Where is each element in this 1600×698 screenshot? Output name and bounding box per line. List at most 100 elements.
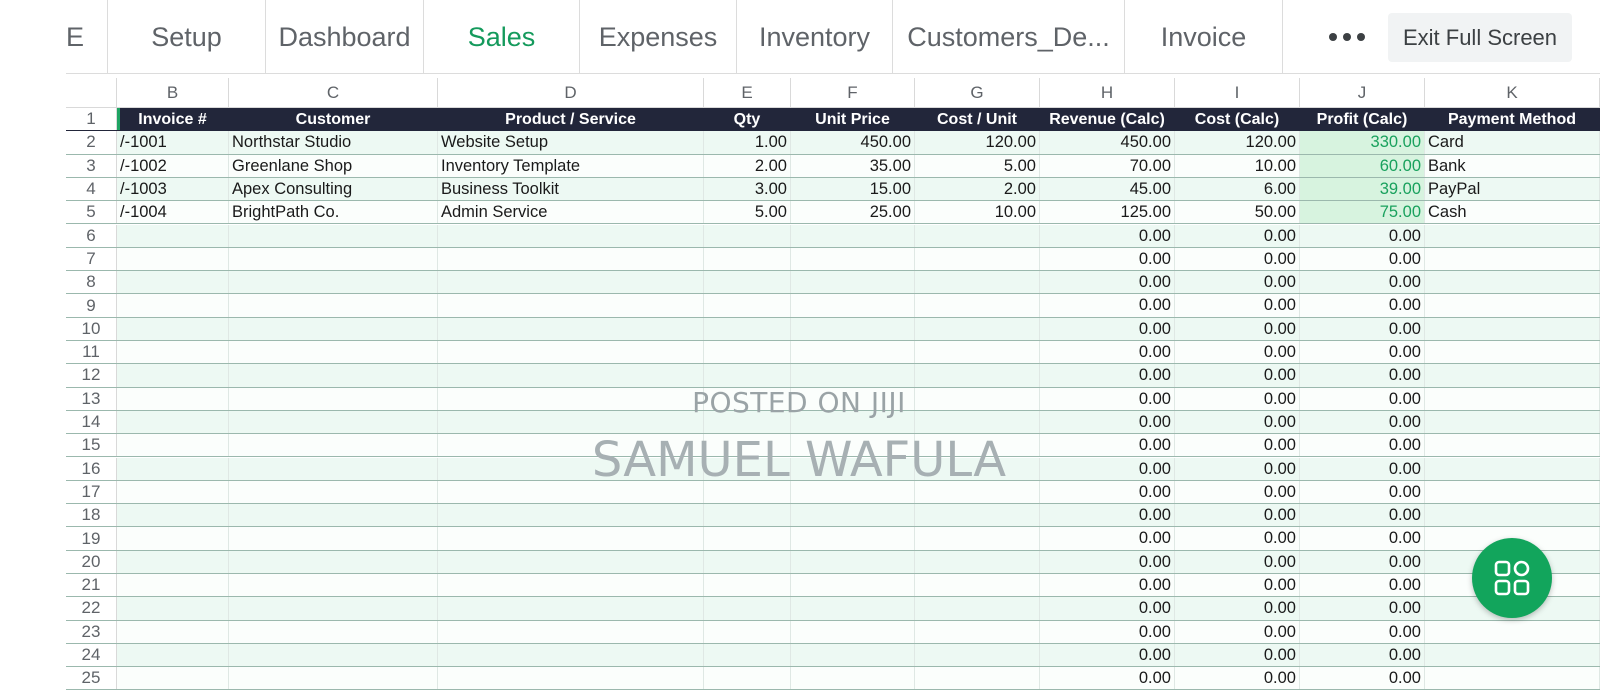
cell-e[interactable]: 5.00 (704, 201, 791, 224)
sheet-tab-dashboard[interactable]: Dashboard (266, 0, 424, 74)
cell-d[interactable] (438, 341, 704, 364)
column-header-k[interactable]: K (1425, 78, 1600, 108)
row-number[interactable]: 4 (66, 177, 117, 201)
cell-i[interactable]: 0.00 (1175, 317, 1300, 340)
sheet-tab-sales[interactable]: Sales (424, 0, 580, 74)
cell-k[interactable] (1425, 504, 1600, 527)
cell-i[interactable]: 0.00 (1175, 247, 1300, 271)
cell-j[interactable]: 0.00 (1300, 620, 1425, 643)
cell-b[interactable] (117, 364, 229, 387)
row-number[interactable]: 2 (66, 131, 117, 154)
row-number[interactable]: 18 (66, 504, 117, 527)
cell-k[interactable] (1425, 224, 1600, 247)
cell-j[interactable]: 60.00 (1300, 154, 1425, 177)
cell-f[interactable] (791, 574, 915, 597)
cell-j[interactable]: 0.00 (1300, 504, 1425, 527)
cell-b[interactable] (117, 271, 229, 294)
cell-f[interactable]: 25.00 (791, 201, 915, 224)
cell-d[interactable]: Website Setup (438, 131, 704, 154)
cell-b[interactable] (117, 620, 229, 643)
cell-h[interactable]: 0.00 (1040, 317, 1175, 340)
cell-c[interactable] (229, 247, 438, 271)
cell-j[interactable]: 0.00 (1300, 341, 1425, 364)
cell-b[interactable]: /-1002 (117, 154, 229, 177)
cell-f[interactable]: 35.00 (791, 154, 915, 177)
cell-b[interactable] (117, 527, 229, 550)
cell-j[interactable]: 0.00 (1300, 597, 1425, 620)
column-header-i[interactable]: I (1175, 78, 1300, 108)
cell-c[interactable] (229, 504, 438, 527)
cell-d[interactable] (438, 224, 704, 247)
cell-k[interactable]: Card (1425, 131, 1600, 154)
cell-h[interactable]: 70.00 (1040, 154, 1175, 177)
cell-e[interactable]: 1.00 (704, 131, 791, 154)
cell-i[interactable]: 120.00 (1175, 131, 1300, 154)
cell-b[interactable] (117, 643, 229, 667)
sheet-tab-inventory[interactable]: Inventory (737, 0, 893, 74)
cell-f[interactable] (791, 597, 915, 620)
cell-g[interactable] (915, 364, 1040, 387)
row-number[interactable]: 22 (66, 597, 117, 620)
cell-k[interactable] (1425, 667, 1600, 690)
apps-fab-button[interactable] (1472, 538, 1552, 618)
sheet-tab-e[interactable]: E (0, 0, 108, 74)
cell-d[interactable] (438, 247, 704, 271)
cell-e[interactable] (704, 317, 791, 340)
cell-b[interactable] (117, 504, 229, 527)
cell-k[interactable] (1425, 643, 1600, 667)
cell-e[interactable] (704, 527, 791, 550)
cell-g[interactable] (915, 224, 1040, 247)
cell-c[interactable]: Northstar Studio (229, 131, 438, 154)
cell-h[interactable]: 0.00 (1040, 574, 1175, 597)
cell-k[interactable] (1425, 247, 1600, 271)
cell-d[interactable] (438, 620, 704, 643)
cell-h[interactable]: 0.00 (1040, 550, 1175, 573)
cell-g[interactable]: 10.00 (915, 201, 1040, 224)
cell-k[interactable] (1425, 317, 1600, 340)
cell-c[interactable] (229, 550, 438, 573)
cell-b[interactable] (117, 317, 229, 340)
row-number[interactable]: 24 (66, 643, 117, 667)
cell-e[interactable]: 2.00 (704, 154, 791, 177)
cell-b[interactable] (117, 574, 229, 597)
cell-k[interactable]: Cash (1425, 201, 1600, 224)
cell-e[interactable] (704, 597, 791, 620)
cell-e[interactable]: 3.00 (704, 177, 791, 201)
header-cell[interactable]: Invoice # (117, 108, 229, 131)
row-number[interactable]: 9 (66, 294, 117, 317)
cell-c[interactable] (229, 574, 438, 597)
cell-f[interactable] (791, 294, 915, 317)
cell-f[interactable] (791, 667, 915, 690)
cell-b[interactable]: /-1004 (117, 201, 229, 224)
header-cell[interactable]: Qty (704, 108, 791, 131)
cell-h[interactable]: 0.00 (1040, 667, 1175, 690)
cell-c[interactable] (229, 341, 438, 364)
cell-k[interactable] (1425, 294, 1600, 317)
cell-c[interactable] (229, 224, 438, 247)
cell-i[interactable]: 0.00 (1175, 574, 1300, 597)
exit-full-screen-button[interactable]: Exit Full Screen (1388, 13, 1572, 62)
cell-g[interactable] (915, 667, 1040, 690)
row-number[interactable]: 6 (66, 224, 117, 247)
cell-i[interactable]: 0.00 (1175, 620, 1300, 643)
cell-h[interactable]: 0.00 (1040, 294, 1175, 317)
cell-k[interactable] (1425, 620, 1600, 643)
more-options-button[interactable] (1310, 16, 1384, 58)
cell-f[interactable] (791, 224, 915, 247)
header-cell[interactable]: Revenue (Calc) (1040, 108, 1175, 131)
cell-b[interactable] (117, 247, 229, 271)
cell-g[interactable] (915, 504, 1040, 527)
cell-c[interactable] (229, 317, 438, 340)
cell-k[interactable] (1425, 341, 1600, 364)
cell-f[interactable] (791, 341, 915, 364)
cell-h[interactable]: 0.00 (1040, 527, 1175, 550)
cell-h[interactable]: 0.00 (1040, 597, 1175, 620)
cell-c[interactable] (229, 620, 438, 643)
cell-h[interactable]: 0.00 (1040, 504, 1175, 527)
column-header-e[interactable]: E (704, 78, 791, 108)
row-number[interactable]: 23 (66, 620, 117, 643)
cell-k[interactable] (1425, 271, 1600, 294)
row-number[interactable]: 5 (66, 201, 117, 224)
cell-i[interactable]: 0.00 (1175, 224, 1300, 247)
cell-b[interactable]: /-1003 (117, 177, 229, 201)
